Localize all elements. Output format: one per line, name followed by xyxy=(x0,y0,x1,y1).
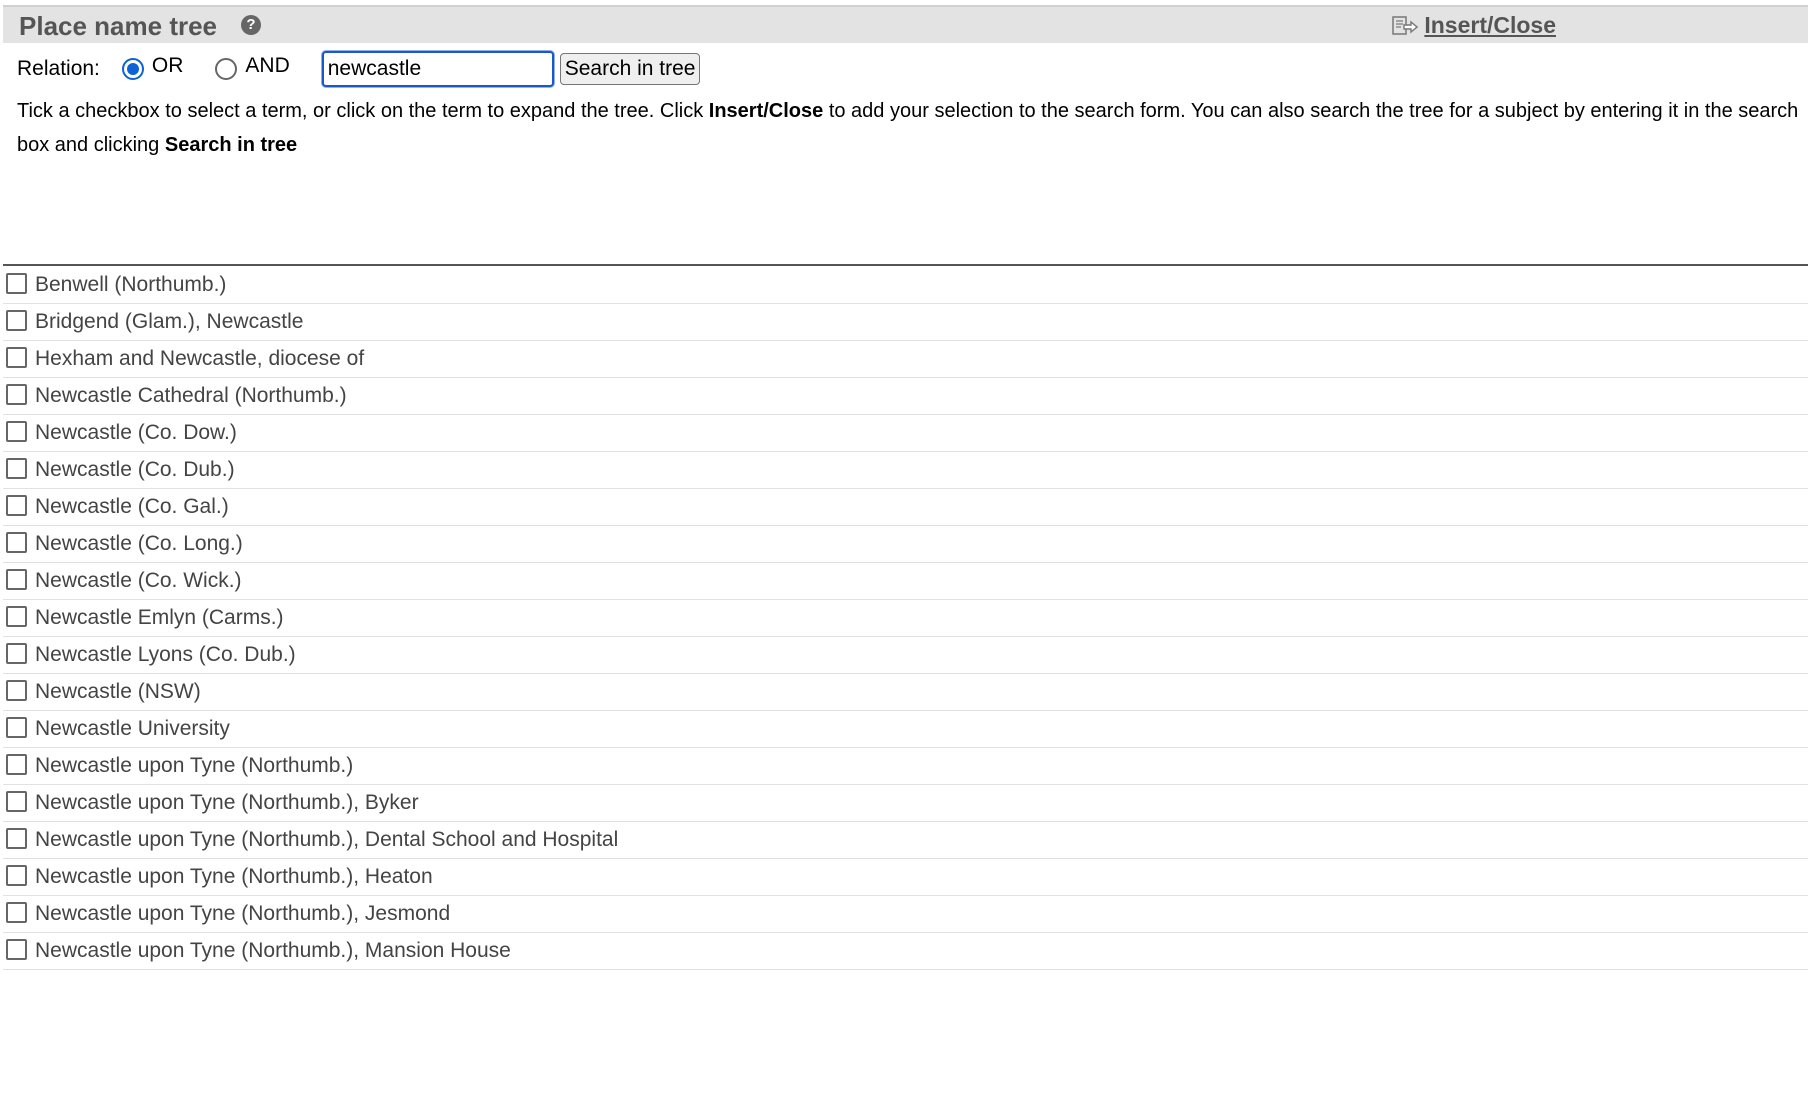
help-icon[interactable]: ? xyxy=(241,15,261,35)
place-name-tree-panel: Place name tree ? Insert/Close Relation:… xyxy=(0,0,1808,1108)
tree-item-checkbox[interactable] xyxy=(6,494,27,516)
tree-item: Newcastle (Co. Dub.) xyxy=(3,452,1808,489)
tree-item: Newcastle upon Tyne (Northumb.), Dental … xyxy=(3,822,1808,859)
instructions-text: Tick a checkbox to select a term, or cli… xyxy=(17,94,1808,162)
tree-item: Newcastle upon Tyne (Northumb.), Byker xyxy=(3,785,1808,822)
relation-and-radio[interactable] xyxy=(215,58,238,80)
tree-item: Newcastle upon Tyne (Northumb.), Heaton xyxy=(3,859,1808,896)
tree-item-checkbox[interactable] xyxy=(6,457,27,479)
tree-item: Benwell (Northumb.) xyxy=(3,267,1808,304)
tree-item: Newcastle (Co. Wick.) xyxy=(3,563,1808,600)
tree-search-input[interactable] xyxy=(321,51,554,87)
tree-item-term[interactable]: Newcastle (Co. Dow.) xyxy=(35,421,237,445)
tree-item-term[interactable]: Newcastle upon Tyne (Northumb.) xyxy=(35,754,353,778)
relation-or-radio[interactable] xyxy=(121,58,144,80)
insert-close-button[interactable]: Insert/Close xyxy=(1392,12,1556,39)
tree-item-checkbox[interactable] xyxy=(6,642,27,664)
tree-item-checkbox[interactable] xyxy=(6,790,27,812)
tree-item-checkbox[interactable] xyxy=(6,827,27,849)
tree-item: Newcastle (NSW) xyxy=(3,674,1808,711)
tree-item-term[interactable]: Newcastle upon Tyne (Northumb.), Jesmond xyxy=(35,902,450,926)
tree-item-checkbox[interactable] xyxy=(6,531,27,553)
relation-or-label: OR xyxy=(151,54,184,77)
tree-item-term[interactable]: Newcastle Cathedral (Northumb.) xyxy=(35,384,347,408)
tree-item-checkbox[interactable] xyxy=(6,716,27,738)
tree-item: Newcastle University xyxy=(3,711,1808,748)
tree-item-checkbox[interactable] xyxy=(6,679,27,701)
tree-item: Newcastle upon Tyne (Northumb.) xyxy=(3,748,1808,785)
instructions-part1: Tick a checkbox to select a term, or cli… xyxy=(17,100,709,122)
relation-label: Relation: xyxy=(17,57,100,80)
search-in-tree-button[interactable]: Search in tree xyxy=(559,53,701,85)
tree-item-checkbox[interactable] xyxy=(6,309,27,331)
tree-item: Newcastle upon Tyne (Northumb.), Mansion… xyxy=(3,933,1808,970)
tree-item-checkbox[interactable] xyxy=(6,568,27,590)
relation-or-option[interactable]: OR xyxy=(121,54,184,81)
panel-header: Place name tree ? Insert/Close xyxy=(3,5,1808,43)
tree-item-term[interactable]: Hexham and Newcastle, diocese of xyxy=(35,347,364,371)
insert-icon xyxy=(1392,15,1419,35)
tree-item-term[interactable]: Newcastle upon Tyne (Northumb.), Mansion… xyxy=(35,939,511,963)
tree-item-checkbox[interactable] xyxy=(6,346,27,368)
tree-item-checkbox[interactable] xyxy=(6,864,27,886)
tree-item-checkbox[interactable] xyxy=(6,272,27,294)
tree-item-term[interactable]: Newcastle Emlyn (Carms.) xyxy=(35,606,284,630)
insert-close-link[interactable]: Insert/Close xyxy=(1424,12,1556,39)
tree-item-checkbox[interactable] xyxy=(6,901,27,923)
tree-item-term[interactable]: Newcastle (NSW) xyxy=(35,680,201,704)
tree-item-term[interactable]: Newcastle University xyxy=(35,717,230,741)
tree-item-term[interactable]: Newcastle (Co. Dub.) xyxy=(35,458,235,482)
tree-item: Newcastle Emlyn (Carms.) xyxy=(3,600,1808,637)
tree-item-term[interactable]: Newcastle (Co. Wick.) xyxy=(35,569,242,593)
tree-item-term[interactable]: Newcastle (Co. Long.) xyxy=(35,532,243,556)
tree-item: Newcastle Lyons (Co. Dub.) xyxy=(3,637,1808,674)
panel-title: Place name tree xyxy=(19,11,218,41)
tree-list: Benwell (Northumb.) Bridgend (Glam.), Ne… xyxy=(3,267,1808,970)
tree-item-checkbox[interactable] xyxy=(6,753,27,775)
tree-item-term[interactable]: Benwell (Northumb.) xyxy=(35,273,226,297)
tree-item: Newcastle (Co. Long.) xyxy=(3,526,1808,563)
tree-item-term[interactable]: Newcastle (Co. Gal.) xyxy=(35,495,229,519)
tree-item-term[interactable]: Newcastle upon Tyne (Northumb.), Byker xyxy=(35,791,419,815)
tree-item-checkbox[interactable] xyxy=(6,383,27,405)
relation-row: Relation: OR AND Search in tree xyxy=(17,51,701,87)
relation-and-option[interactable]: AND xyxy=(215,54,290,81)
tree-item-term[interactable]: Bridgend (Glam.), Newcastle xyxy=(35,310,303,334)
instructions-bold-search-in-tree: Search in tree xyxy=(164,134,298,156)
tree-divider xyxy=(3,264,1808,266)
tree-item-term[interactable]: Newcastle upon Tyne (Northumb.), Heaton xyxy=(35,865,433,889)
tree-item: Newcastle Cathedral (Northumb.) xyxy=(3,378,1808,415)
instructions-bold-insert-close: Insert/Close xyxy=(708,100,824,122)
tree-item: Bridgend (Glam.), Newcastle xyxy=(3,304,1808,341)
tree-item-checkbox[interactable] xyxy=(6,938,27,960)
tree-item-term[interactable]: Newcastle Lyons (Co. Dub.) xyxy=(35,643,296,667)
tree-item-checkbox[interactable] xyxy=(6,605,27,627)
tree-item-checkbox[interactable] xyxy=(6,420,27,442)
tree-item: Newcastle (Co. Gal.) xyxy=(3,489,1808,526)
tree-item: Newcastle upon Tyne (Northumb.), Jesmond xyxy=(3,896,1808,933)
tree-item: Hexham and Newcastle, diocese of xyxy=(3,341,1808,378)
tree-item: Newcastle (Co. Dow.) xyxy=(3,415,1808,452)
tree-item-term[interactable]: Newcastle upon Tyne (Northumb.), Dental … xyxy=(35,828,618,852)
relation-and-label: AND xyxy=(245,54,290,77)
